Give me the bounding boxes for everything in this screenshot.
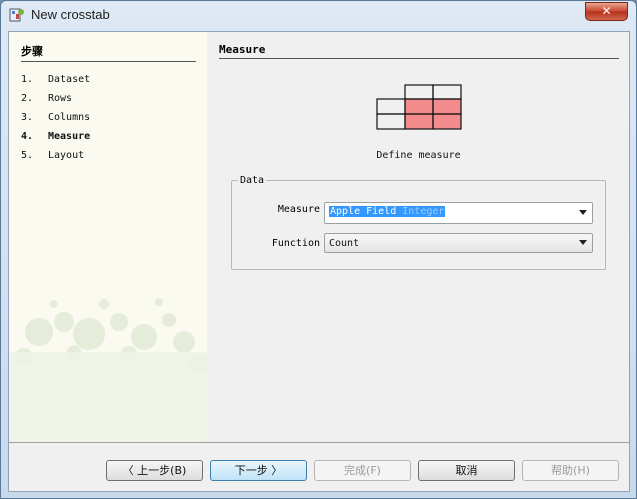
button-bar-divider	[9, 442, 629, 443]
crosstab-app-icon	[9, 8, 24, 22]
steps-pane: 步骤 1. Dataset 2. Rows 3. Columns 4. Measure …	[9, 32, 207, 442]
crosstab-grid-icon	[376, 84, 462, 130]
data-group-title: Data	[238, 175, 267, 186]
next-button[interactable]: 下一步 〉	[210, 460, 307, 481]
section-title: Measure	[219, 43, 619, 59]
step-label: Rows	[48, 93, 73, 104]
step-item-dataset: 1. Dataset	[21, 74, 91, 85]
decorative-bubbles	[9, 298, 207, 442]
step-label: Layout	[48, 150, 85, 161]
chevron-down-icon[interactable]	[575, 234, 592, 252]
steps-title: 步骤	[21, 43, 196, 62]
step-label: Columns	[48, 112, 91, 123]
wizard-content: 步骤 1. Dataset 2. Rows 3. Columns 4. Measure …	[8, 31, 630, 492]
title-bar: New crosstab ✕	[1, 1, 636, 29]
step-item-measure: 4. Measure	[21, 131, 91, 142]
step-label: Dataset	[48, 74, 91, 85]
cancel-button[interactable]: 取消	[418, 460, 515, 481]
step-item-columns: 3. Columns	[21, 112, 91, 123]
finish-button[interactable]: 完成(F)	[314, 460, 411, 481]
chevron-down-icon[interactable]	[575, 203, 592, 223]
close-button[interactable]: ✕	[585, 2, 628, 21]
measure-combo[interactable]: Apple Field Integer	[324, 202, 593, 224]
define-measure-label: Define measure	[376, 150, 461, 161]
measure-pane: Measure Define measure Data Measure Appl…	[208, 32, 629, 442]
data-group: Data Measure Apple Field Integer Functio…	[231, 175, 606, 270]
function-label: Function	[271, 238, 320, 249]
wizard-window: New crosstab ✕ 步骤 1. Dataset 2. Rows 3. Col…	[0, 0, 637, 499]
function-combo[interactable]: Count	[324, 233, 593, 253]
back-button[interactable]: 〈 上一步(B)	[106, 460, 203, 481]
measure-value-type: Integer	[402, 206, 445, 217]
measure-label: Measure	[277, 204, 320, 215]
step-label: Measure	[48, 131, 91, 142]
step-item-rows: 2. Rows	[21, 93, 73, 104]
help-button[interactable]: 帮助(H)	[522, 460, 619, 481]
measure-value: Apple Field Integer	[329, 206, 446, 217]
function-value: Count	[329, 238, 360, 249]
step-item-layout: 5. Layout	[21, 150, 85, 161]
window-title: New crosstab	[31, 7, 110, 22]
